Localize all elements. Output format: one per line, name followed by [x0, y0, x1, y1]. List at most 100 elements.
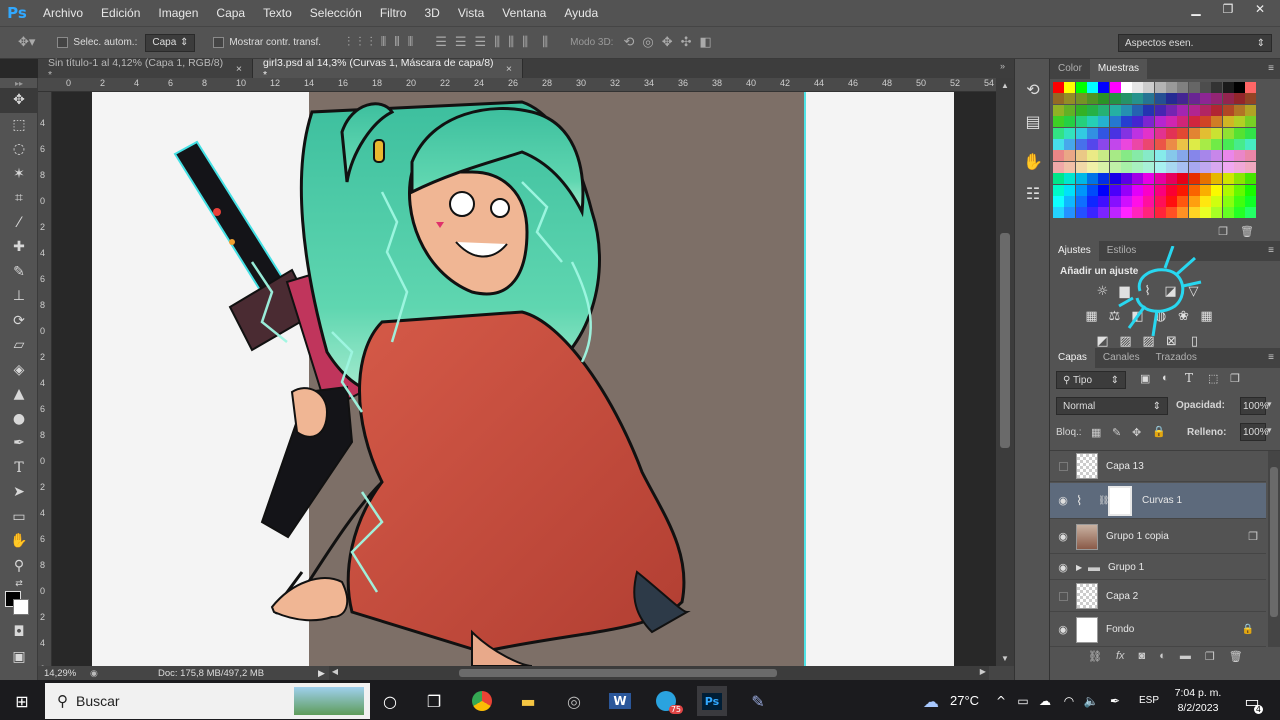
- clock[interactable]: 7:04 p. m. 8/2/2023: [1172, 686, 1224, 716]
- color-swatch[interactable]: [1199, 184, 1211, 196]
- delete-swatch-icon[interactable]: 🗑: [1240, 225, 1254, 238]
- color-swatch[interactable]: [1064, 93, 1076, 105]
- color-swatch[interactable]: [1132, 127, 1144, 139]
- type-tool-icon[interactable]: T: [0, 456, 38, 481]
- color-swatch[interactable]: [1143, 139, 1155, 150]
- color-swatch[interactable]: [1245, 207, 1257, 219]
- color-swatch[interactable]: [1120, 207, 1132, 219]
- file-explorer-icon[interactable]: ▬: [513, 686, 543, 716]
- color-swatch[interactable]: [1211, 173, 1223, 185]
- color-swatch[interactable]: [1053, 161, 1064, 173]
- color-swatch[interactable]: [1245, 116, 1257, 128]
- color-swatch[interactable]: [1211, 93, 1223, 105]
- filter-pixel-icon[interactable]: ▣: [1140, 372, 1150, 385]
- align-hcenter-icon[interactable]: ⫴: [394, 35, 399, 50]
- color-swatch[interactable]: [1120, 139, 1132, 150]
- history-panel-icon[interactable]: ⟲: [1015, 73, 1051, 105]
- history-brush-tool-icon[interactable]: ⟳: [0, 309, 38, 334]
- eyedropper-tool-icon[interactable]: ⁄: [0, 211, 38, 236]
- scale-3d-icon[interactable]: ◧: [700, 35, 712, 50]
- new-group-icon[interactable]: ▬: [1180, 650, 1191, 662]
- align-bottom-icon[interactable]: ⫶: [370, 35, 373, 50]
- tab-sin-titulo[interactable]: Sin título-1 al 4,12% (Capa 1, RGB/8) * ×: [38, 57, 253, 81]
- color-swatch[interactable]: [1154, 93, 1166, 105]
- distribute-left-icon[interactable]: ⫼: [494, 35, 500, 50]
- color-swatch[interactable]: [1233, 173, 1245, 185]
- color-swatch[interactable]: [1211, 139, 1223, 150]
- eraser-tool-icon[interactable]: ▱: [0, 333, 38, 358]
- color-swatch[interactable]: [1053, 127, 1064, 139]
- color-swatch[interactable]: [1109, 161, 1121, 173]
- color-swatch[interactable]: [1154, 139, 1166, 150]
- color-swatch[interactable]: [1211, 207, 1223, 219]
- color-swatch[interactable]: [1211, 127, 1223, 139]
- color-swatch[interactable]: [1143, 196, 1155, 207]
- color-swatch[interactable]: [1075, 139, 1087, 150]
- color-swatch[interactable]: [1143, 116, 1155, 128]
- pan-3d-icon[interactable]: ✥: [662, 35, 673, 50]
- color-swatch[interactable]: [1075, 150, 1087, 162]
- color-swatch[interactable]: [1245, 139, 1257, 150]
- color-swatch[interactable]: [1109, 196, 1121, 207]
- color-swatch[interactable]: [1086, 173, 1098, 185]
- telegram-icon[interactable]: 75: [651, 686, 683, 716]
- color-swatch[interactable]: [1177, 207, 1189, 219]
- temperature[interactable]: 27°C: [950, 693, 979, 708]
- distribute-vcenter-icon[interactable]: ☰: [455, 35, 467, 50]
- color-swatch[interactable]: [1154, 150, 1166, 162]
- magic-wand-tool-icon[interactable]: ✶: [0, 162, 38, 187]
- pen-tool-icon[interactable]: ✒: [0, 431, 38, 456]
- color-swatch[interactable]: [1098, 196, 1110, 207]
- status-info-icon[interactable]: ◉: [90, 668, 104, 679]
- color-swatch[interactable]: [1222, 161, 1234, 173]
- color-swatch[interactable]: [1222, 93, 1234, 105]
- layer-row-grupo-1-copia[interactable]: ◉ Grupo 1 copia ❐: [1050, 520, 1266, 554]
- hue-saturation-icon[interactable]: ▦: [1083, 309, 1100, 324]
- panel-grip-icon[interactable]: ▸▸: [0, 78, 38, 88]
- color-swatch[interactable]: [1053, 207, 1064, 219]
- color-swatch[interactable]: [1064, 207, 1076, 219]
- color-swatch[interactable]: [1053, 139, 1064, 150]
- scroll-up-arrow-icon[interactable]: ▲: [1001, 81, 1009, 90]
- color-swatch[interactable]: [1211, 82, 1223, 93]
- new-swatch-icon[interactable]: ❐: [1218, 225, 1228, 238]
- fill-dropdown-icon[interactable]: ▾: [1267, 425, 1272, 436]
- color-swatch[interactable]: [1166, 127, 1177, 139]
- fill-input[interactable]: 100%: [1240, 423, 1269, 441]
- color-swatch[interactable]: [1177, 127, 1189, 139]
- color-swatch[interactable]: [1245, 184, 1257, 196]
- color-swatch[interactable]: [1199, 139, 1211, 150]
- color-swatch[interactable]: [1120, 150, 1132, 162]
- color-swatch[interactable]: [1098, 139, 1110, 150]
- layer-row-capa-13[interactable]: Capa 13: [1050, 451, 1266, 482]
- color-swatch[interactable]: [1188, 93, 1200, 105]
- color-swatch[interactable]: [1109, 82, 1121, 93]
- color-swatch[interactable]: [1143, 127, 1155, 139]
- color-swatch[interactable]: [1233, 150, 1245, 162]
- layer-row-fondo[interactable]: ◉ Fondo 🔒: [1050, 613, 1266, 647]
- color-swatch[interactable]: [1199, 93, 1211, 105]
- layer-row-grupo-1[interactable]: ◉ ▶ ▬ Grupo 1: [1050, 555, 1266, 580]
- color-swatch[interactable]: [1098, 150, 1110, 162]
- color-swatch[interactable]: [1245, 173, 1257, 185]
- color-swatch[interactable]: [1188, 82, 1200, 93]
- color-swatch[interactable]: [1086, 207, 1098, 219]
- eye-icon[interactable]: ◉: [1050, 623, 1076, 636]
- color-swatch[interactable]: [1098, 93, 1110, 105]
- canvas-area[interactable]: [52, 92, 996, 666]
- color-swatch[interactable]: [1132, 139, 1144, 150]
- brush-presets-icon[interactable]: ✋: [1015, 145, 1051, 177]
- panel-menu-icon[interactable]: ≡: [1268, 245, 1274, 256]
- tab-girl3[interactable]: girl3.psd al 14,3% (Curvas 1, Máscara de…: [253, 57, 523, 81]
- color-swatch[interactable]: [1120, 116, 1132, 128]
- menu-3d[interactable]: 3D: [415, 0, 448, 26]
- color-swatch[interactable]: [1199, 150, 1211, 162]
- restore-button[interactable]: ❐: [1214, 0, 1242, 18]
- color-swatch[interactable]: [1109, 93, 1121, 105]
- menu-imagen[interactable]: Imagen: [149, 0, 207, 26]
- blend-mode-dropdown[interactable]: Normal ⇕: [1056, 397, 1168, 415]
- color-swatch[interactable]: [1166, 82, 1177, 93]
- color-swatch[interactable]: [1233, 207, 1245, 219]
- brush-tool-icon[interactable]: ✎: [0, 260, 38, 285]
- chrome-icon[interactable]: [467, 686, 497, 716]
